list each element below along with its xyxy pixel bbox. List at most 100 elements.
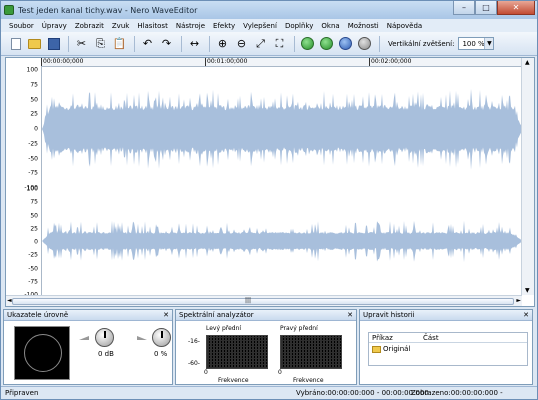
undo-icon[interactable]: ↶	[139, 35, 156, 52]
waveform-channel[interactable]	[42, 88, 523, 170]
axis-label: 75	[30, 198, 38, 206]
play-loop-icon[interactable]	[318, 35, 335, 52]
menu-soubor[interactable]: Soubor	[9, 22, 34, 30]
waveform-channel[interactable]	[42, 220, 523, 263]
record-icon[interactable]	[337, 35, 354, 52]
axis-label: 50	[30, 96, 38, 103]
horizontal-scrollbar[interactable]: ◄ ||| ►	[6, 295, 522, 306]
history-col-part[interactable]: Část	[423, 333, 439, 343]
close-icon[interactable]: ✕	[347, 310, 353, 321]
stop-icon[interactable]	[356, 35, 373, 52]
title-bar[interactable]: Test jeden kanal tichy.wav - Nero WaveEd…	[1, 1, 537, 19]
history-col-command[interactable]: Příkaz	[372, 333, 393, 343]
axis-label: 75	[30, 81, 38, 89]
menu-moznosti[interactable]: Možnosti	[348, 22, 379, 30]
left-channel-label: Levý přední	[206, 325, 242, 332]
axis-label: 25	[30, 225, 38, 233]
spectrum-y-bottom: -60-	[188, 360, 200, 367]
scroll-down-icon[interactable]: ▼	[525, 287, 530, 294]
scroll-grip: |||	[245, 297, 252, 304]
waveform-graphic[interactable]	[42, 67, 523, 295]
zoom-selection-icon[interactable]: ⤢	[252, 35, 269, 52]
history-panel-title: Upravit historii	[363, 311, 415, 319]
open-folder-icon[interactable]	[26, 35, 43, 52]
ruler-label: 00:02:00;000	[369, 58, 412, 66]
menu-napoveda[interactable]: Nápověda	[387, 22, 422, 30]
menu-hlasitost[interactable]: Hlasitost	[137, 22, 168, 30]
close-icon[interactable]: ✕	[163, 310, 169, 321]
vertical-zoom-select[interactable]: 100 % ▼	[458, 37, 495, 50]
meter-ring	[24, 334, 62, 372]
right-frequency-label: Frekvence	[293, 377, 324, 384]
spectrum-y-top: -16-	[188, 338, 200, 345]
history-row-label: Originál	[383, 345, 411, 353]
time-ruler[interactable]: 00:00:00;000 00:01:00;000 00:02:00;000	[41, 58, 522, 67]
menu-efekty[interactable]: Efekty	[213, 22, 235, 30]
menu-zvuk[interactable]: Zvuk	[112, 22, 129, 30]
axis-label: 25	[30, 110, 38, 118]
window-controls: – □ ✕	[453, 1, 535, 15]
zoom-in-icon[interactable]: ⊕	[214, 35, 231, 52]
save-disk-icon[interactable]	[45, 35, 62, 52]
left-frequency-label: Frekvence	[218, 377, 249, 384]
fit-width-icon[interactable]: ↔	[186, 35, 203, 52]
redo-icon[interactable]: ↷	[158, 35, 175, 52]
axis-label: -25	[28, 251, 38, 259]
vertical-zoom-label: Vertikální zvětšení:	[388, 39, 455, 48]
right-spectrum-display	[280, 335, 342, 369]
menu-okna[interactable]: Okna	[321, 22, 339, 30]
copy-icon[interactable]: ⎘	[92, 35, 109, 52]
volume-value: 0 dB	[98, 350, 114, 358]
level-meter-panel: Ukazatele úrovně ✕ 0 dB 0 %	[3, 309, 173, 385]
status-text: Připraven	[5, 389, 39, 397]
zoom-out-icon[interactable]: ⊖	[233, 35, 250, 52]
spectrum-panel-title: Spektrální analyzátor	[179, 311, 254, 319]
ruler-label: 00:01:00;000	[205, 58, 248, 66]
toolbar-separator	[379, 35, 380, 52]
scroll-up-icon[interactable]: ▲	[525, 59, 530, 66]
maximize-button[interactable]: □	[475, 1, 497, 15]
waveform-view[interactable]	[41, 67, 523, 295]
axis-label: -75	[28, 169, 38, 177]
waveform-editor[interactable]: 00:00:00;000 00:01:00;000 00:02:00;000 1…	[5, 57, 535, 307]
minimize-button[interactable]: –	[453, 1, 475, 15]
cut-icon[interactable]: ✂	[73, 35, 90, 52]
scroll-left-icon[interactable]: ◄	[7, 297, 12, 304]
scroll-right-icon[interactable]: ►	[516, 297, 521, 304]
pan-value: 0 %	[154, 350, 168, 358]
main-toolbar: ✂ ⎘ 📋 ↶ ↷ ↔ ⊕ ⊖ ⤢ ⛶ Vertikální zvětšení:…	[1, 32, 537, 56]
chevron-down-icon[interactable]: ▼	[484, 38, 494, 49]
volume-knob[interactable]	[95, 328, 114, 347]
volume-ramp-icon	[79, 336, 89, 340]
vertical-scrollbar[interactable]: ▲ ▼	[521, 58, 534, 295]
toolbar-separator	[209, 35, 210, 52]
menu-bar: Soubor Úpravy Zobrazit Zvuk Hlasitost Ná…	[1, 19, 537, 32]
toolbar-separator	[134, 35, 135, 52]
status-selected: Vybráno:00:00:00:000 - 00:00:00:000	[296, 389, 429, 397]
app-icon[interactable]	[4, 5, 14, 15]
spectrum-x-zero: 0	[278, 369, 282, 376]
pan-knob[interactable]	[152, 328, 171, 347]
play-icon[interactable]	[299, 35, 316, 52]
zoom-full-icon[interactable]: ⛶	[271, 35, 288, 52]
menu-nastroje[interactable]: Nástroje	[176, 22, 205, 30]
close-button[interactable]: ✕	[497, 1, 535, 15]
toolbar-separator	[68, 35, 69, 52]
level-panel-header: Ukazatele úrovně ✕	[4, 310, 172, 321]
menu-zobrazit[interactable]: Zobrazit	[75, 22, 104, 30]
close-icon[interactable]: ✕	[523, 310, 529, 321]
scroll-thumb[interactable]: |||	[12, 297, 514, 305]
menu-upravy[interactable]: Úpravy	[42, 22, 67, 30]
amplitude-axis: 100 75 50 25 0 -25 -50 -75 -100 100 75 50 25 0 -25 -50-…	[6, 67, 41, 299]
menu-vylepseni[interactable]: Vylepšení	[243, 22, 277, 30]
menu-doplnky[interactable]: Doplňky	[285, 22, 313, 30]
history-list[interactable]: Příkaz Část Originál	[368, 332, 528, 366]
vertical-zoom-value: 100 %	[462, 39, 485, 48]
axis-label: 0	[34, 238, 38, 246]
paste-icon[interactable]: 📋	[111, 35, 128, 52]
history-row[interactable]: Originál	[369, 343, 527, 353]
toolbar-separator	[294, 35, 295, 52]
axis-label: 100	[26, 185, 38, 193]
new-document-icon[interactable]	[7, 35, 24, 52]
history-panel-header: Upravit historii ✕	[360, 310, 532, 321]
